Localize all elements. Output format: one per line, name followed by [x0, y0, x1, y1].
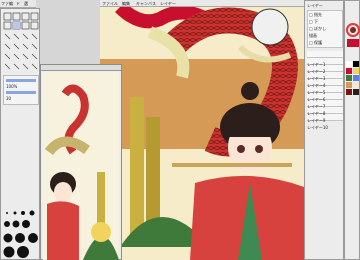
option-3[interactable]: □ ぼかし	[309, 26, 326, 31]
layer-options: □ 指先 □ 下 □ ぼかし 描画 □ 保護	[307, 10, 343, 48]
color-panel	[344, 0, 360, 260]
layer-row[interactable]: レイヤー10	[307, 114, 343, 130]
option-5[interactable]: □ 保護	[309, 40, 322, 45]
main-menu-file[interactable]: ファイル	[102, 1, 118, 6]
layer-row[interactable]: レイヤー1	[307, 51, 343, 67]
color-wheel[interactable]	[346, 23, 360, 49]
tool-grid	[3, 12, 39, 72]
artwork-main[interactable]	[100, 7, 304, 260]
layer-row[interactable]: レイヤー8	[307, 100, 343, 116]
layer-row[interactable]: レイヤー2	[307, 58, 343, 74]
opacity-value: 100%	[6, 84, 18, 89]
layer-row[interactable]: レイヤー9	[307, 107, 343, 123]
main-menu-layer[interactable]: レイヤー	[160, 1, 176, 6]
layer-row[interactable]: レイヤー4	[307, 72, 343, 88]
brush-size-grid[interactable]	[3, 209, 39, 259]
size-value: 30	[6, 96, 12, 101]
menu-item-select[interactable]: 選	[24, 1, 28, 6]
option-1[interactable]: □ 指先	[309, 12, 322, 17]
mini-menubar: ファ 編 ド 選	[0, 0, 36, 8]
tool-panel: 100% 30	[0, 8, 40, 260]
main-canvas-menubar: ファイル 編集 キャンバス レイヤー	[100, 0, 304, 7]
swatches[interactable]	[346, 61, 360, 181]
layer-row[interactable]: レイヤー3	[307, 65, 343, 81]
main-menu-edit[interactable]: 編集	[122, 1, 130, 6]
option-2[interactable]: □ 下	[309, 19, 318, 24]
navigator-titlebar[interactable]	[41, 65, 121, 71]
layer-row[interactable]: レイヤー6	[307, 86, 343, 102]
menu-item-edit[interactable]: 編	[9, 1, 13, 6]
artwork-navigator[interactable]	[43, 72, 119, 260]
layer-panel-title: レイヤー	[307, 3, 323, 8]
option-4[interactable]: 描画	[309, 33, 317, 38]
menu-item-file[interactable]: ファ	[1, 1, 9, 6]
main-canvas-window: ファイル 編集 キャンバス レイヤー	[100, 0, 304, 260]
brush-settings: 100% 30	[3, 75, 39, 105]
menu-item-canvas[interactable]: ド	[16, 1, 20, 6]
opacity-slider[interactable]	[6, 79, 36, 82]
layer-row[interactable]: レイヤー7	[307, 93, 343, 109]
main-menu-canvas[interactable]: キャンバス	[136, 1, 156, 6]
layer-row[interactable]: レイヤー5	[307, 79, 343, 95]
tool-icons[interactable]	[3, 12, 39, 72]
navigator-window	[40, 64, 122, 260]
layer-name: レイヤー10	[307, 125, 328, 130]
layer-list: レイヤー1 レイヤー2 レイヤー3 レイヤー4 レイヤー5 レイヤー6 レイヤー…	[307, 51, 343, 130]
layer-panel: レイヤー □ 指先 □ 下 □ ぼかし 描画 □ 保護 レイヤー1 レイヤー2 …	[304, 0, 344, 260]
size-slider[interactable]	[6, 91, 36, 94]
